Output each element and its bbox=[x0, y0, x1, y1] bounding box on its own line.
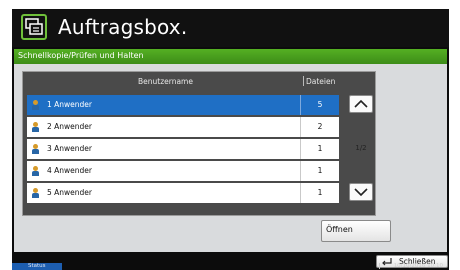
job-box-icon bbox=[21, 14, 47, 40]
status-label: Status bbox=[28, 263, 46, 269]
open-button-label: Öffnen bbox=[326, 225, 353, 234]
user-list: Benutzername Dateien 1 Anwender 5 2 Anwe… bbox=[22, 71, 376, 216]
open-button[interactable]: Öffnen bbox=[321, 220, 391, 242]
chevron-down-icon bbox=[354, 188, 368, 197]
row-file-count: 1 bbox=[317, 188, 323, 197]
return-arrow-icon bbox=[382, 258, 392, 266]
chevron-up-icon bbox=[354, 99, 368, 108]
row-username: 1 Anwender bbox=[47, 100, 92, 109]
datetime: 10/10/2016 10:10 bbox=[393, 263, 443, 269]
user-icon bbox=[32, 188, 39, 198]
column-header-files: Dateien bbox=[306, 77, 336, 86]
subtitle-bar: Schnellkopie/Prüfen und Halten bbox=[14, 49, 447, 64]
header-bar: Auftragsbox. bbox=[12, 9, 449, 47]
table-row[interactable]: 3 Anwender 1 bbox=[27, 139, 339, 159]
scroll-up-button[interactable] bbox=[349, 95, 373, 113]
scroll-down-button[interactable] bbox=[349, 183, 373, 201]
table-row[interactable]: 1 Anwender 5 bbox=[27, 95, 339, 115]
row-file-count: 5 bbox=[317, 100, 323, 109]
subtitle: Schnellkopie/Prüfen und Halten bbox=[18, 51, 144, 60]
device-screen: Auftragsbox. Schnellkopie/Prüfen und Hal… bbox=[12, 9, 449, 270]
table-row[interactable]: 5 Anwender 1 bbox=[27, 183, 339, 203]
table-row[interactable]: 2 Anwender 2 bbox=[27, 117, 339, 137]
table-row[interactable]: 4 Anwender 1 bbox=[27, 161, 339, 181]
column-divider bbox=[303, 76, 304, 86]
status-button[interactable]: Status bbox=[12, 263, 62, 270]
user-icon bbox=[32, 166, 39, 176]
page-indicator: 1/2 bbox=[355, 144, 367, 152]
user-icon bbox=[32, 122, 39, 132]
column-header-username: Benutzername bbox=[138, 77, 193, 86]
row-username: 4 Anwender bbox=[47, 166, 92, 175]
row-username: 5 Anwender bbox=[47, 188, 92, 197]
row-file-count: 1 bbox=[317, 144, 323, 153]
user-icon bbox=[32, 144, 39, 154]
user-icon bbox=[32, 100, 39, 110]
row-file-count: 1 bbox=[317, 166, 323, 175]
row-username: 3 Anwender bbox=[47, 144, 92, 153]
row-username: 2 Anwender bbox=[47, 122, 92, 131]
main-panel: Schnellkopie/Prüfen und Halten Benutzern… bbox=[14, 49, 447, 252]
status-divider bbox=[379, 263, 380, 269]
row-file-count: 2 bbox=[317, 122, 323, 131]
page-title: Auftragsbox. bbox=[58, 15, 188, 39]
